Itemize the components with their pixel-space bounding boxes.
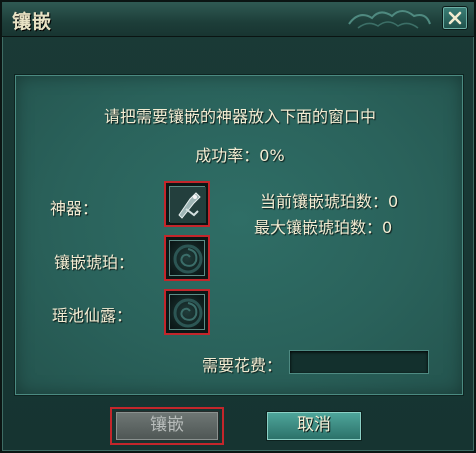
window-title: 镶嵌 [12,11,53,33]
dew-slot-label: 瑶池仙露： [52,306,133,325]
amber-slot[interactable] [164,235,210,281]
instruction-text: 请把需要镶嵌的神器放入下面的窗口中 [103,107,376,126]
title-bar[interactable]: 镶嵌 [2,2,474,37]
artifact-slot-label: 神器： [50,199,99,218]
artifact-item-icon [169,186,206,223]
amber-slot-label: 镶嵌琥珀： [54,253,135,272]
inlay-window: 镶嵌 请把需要镶嵌的神器放入下面的窗口中 成功率：0% 神器： 镶嵌琥珀： 瑶池… [0,0,476,453]
close-icon [448,11,462,25]
cancel-button[interactable]: 取消 [266,411,362,441]
cost-label: 需要花费： [202,356,283,375]
empty-slot-swirl-icon [169,294,205,330]
cloud-ornament-icon [348,10,431,29]
success-rate-text: 成功率：0% [195,146,285,165]
max-amber-count: 最大镶嵌琥珀数：0 [254,218,393,237]
empty-slot-swirl-icon [169,240,205,276]
current-amber-count: 当前镶嵌琥珀数：0 [260,192,399,211]
dew-slot[interactable] [164,289,210,335]
artifact-slot[interactable] [164,181,210,227]
inlay-button[interactable]: 镶嵌 [115,411,219,441]
close-button[interactable] [442,6,468,30]
cost-field [289,350,429,374]
